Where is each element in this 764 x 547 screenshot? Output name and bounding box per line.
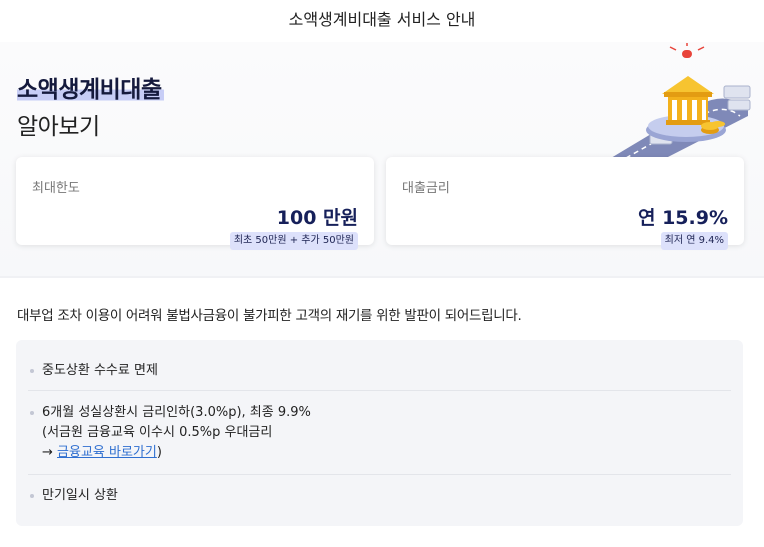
bullet-icon bbox=[30, 369, 34, 373]
interest-rate-value: 연 15.9% bbox=[637, 207, 728, 229]
bullet-icon bbox=[30, 494, 34, 498]
page-header: 소액생계비대출 서비스 안내 bbox=[0, 0, 764, 42]
max-limit-badge: 최초 50만원 + 추가 50만원 bbox=[229, 232, 358, 250]
benefit-item: 중도상환 수수료 면제 bbox=[30, 361, 729, 381]
benefit-text: 중도상환 수수료 면제 bbox=[42, 363, 158, 378]
financial-education-link[interactable]: 금융교육 바로가기 bbox=[57, 445, 157, 460]
bullet-icon bbox=[30, 411, 34, 415]
interest-rate-label: 대출금리 bbox=[402, 181, 450, 196]
section-divider bbox=[0, 276, 764, 278]
hero-title-sub: 알아보기 bbox=[17, 114, 100, 140]
benefit-text: 만기일시 상환 bbox=[42, 488, 118, 503]
benefit-text-line2: (서금원 금융교육 이수시 0.5%p 우대금리 bbox=[42, 425, 273, 440]
arrow-text: → bbox=[42, 445, 58, 460]
interest-rate-badge: 최저 연 9.4% bbox=[660, 232, 728, 250]
benefit-item: 6개월 성실상환시 금리인하(3.0%p), 최종 9.9% (서금원 금융교육… bbox=[30, 403, 729, 463]
benefits-box: 중도상환 수수료 면제 6개월 성실상환시 금리인하(3.0%p), 최종 9.… bbox=[16, 340, 743, 526]
max-limit-card: 최대한도 100 만원 최초 50만원 + 추가 50만원 bbox=[16, 157, 374, 250]
max-limit-value: 100 만원 bbox=[276, 207, 358, 229]
benefit-item: 만기일시 상환 bbox=[30, 486, 729, 506]
benefit-text-line1: 6개월 성실상환시 금리인하(3.0%p), 최종 9.9% bbox=[42, 405, 311, 420]
max-limit-label: 최대한도 bbox=[32, 181, 80, 196]
benefit-text-line3: → 금융교육 바로가기) bbox=[42, 443, 729, 463]
hero-title-highlight: 소액생계비대출 bbox=[17, 70, 164, 104]
bank-illustration-icon bbox=[611, 43, 751, 159]
benefit-divider bbox=[28, 390, 731, 391]
page-title: 소액생계비대출 서비스 안내 bbox=[288, 10, 476, 29]
intro-text: 대부업 조차 이용이 어려워 불법사금융이 불가피한 고객의 재기를 위한 발판… bbox=[17, 308, 522, 324]
close-paren: ) bbox=[156, 445, 162, 460]
interest-rate-card: 대출금리 연 15.9% 최저 연 9.4% bbox=[386, 157, 744, 250]
benefit-divider bbox=[28, 474, 731, 475]
